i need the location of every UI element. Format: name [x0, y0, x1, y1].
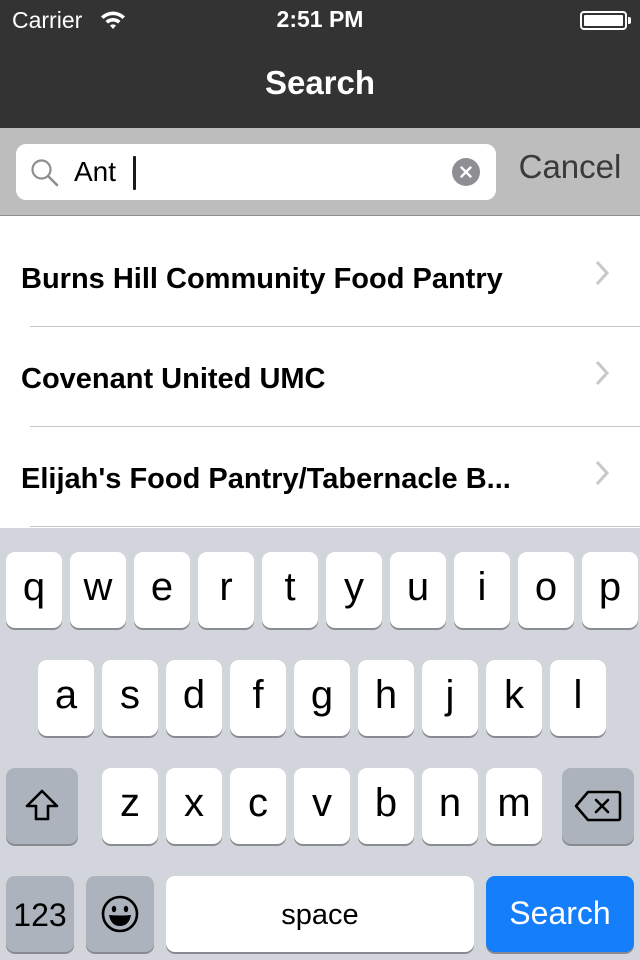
key-p[interactable]: p: [582, 552, 638, 628]
key-u[interactable]: u: [390, 552, 446, 628]
key-n[interactable]: n: [422, 768, 478, 844]
clock: 2:51 PM: [276, 6, 364, 32]
delete-key[interactable]: [562, 768, 634, 844]
key-r[interactable]: r: [198, 552, 254, 628]
key-k[interactable]: k: [486, 660, 542, 736]
key-x[interactable]: x: [166, 768, 222, 844]
key-e[interactable]: e: [134, 552, 190, 628]
navigation-bar: Search: [0, 40, 640, 128]
search-bar: Cancel: [0, 128, 640, 216]
list-item-label: Covenant United UMC: [21, 363, 326, 395]
key-o[interactable]: o: [518, 552, 574, 628]
emoji-smiley-icon: [101, 895, 139, 933]
battery-icon: [580, 11, 627, 30]
results-list: Burns Hill Community Food Pantry Covenan…: [0, 217, 640, 528]
key-z[interactable]: z: [102, 768, 158, 844]
key-j[interactable]: j: [422, 660, 478, 736]
key-f[interactable]: f: [230, 660, 286, 736]
key-d[interactable]: d: [166, 660, 222, 736]
search-return-key[interactable]: Search: [486, 876, 634, 952]
key-m[interactable]: m: [486, 768, 542, 844]
clear-search-button[interactable]: [452, 158, 480, 186]
key-a[interactable]: a: [38, 660, 94, 736]
key-s[interactable]: s: [102, 660, 158, 736]
key-v[interactable]: v: [294, 768, 350, 844]
shift-arrow-icon: [25, 789, 59, 821]
numbers-key[interactable]: 123: [6, 876, 74, 952]
page-title: Search: [264, 64, 376, 101]
magnifying-glass-icon: [30, 158, 60, 193]
key-i[interactable]: i: [454, 552, 510, 628]
list-item[interactable]: Burns Hill Community Food Pantry: [0, 217, 640, 327]
keyboard: 123 space Search qwertyuiop asdfghjkl zxcv…: [0, 528, 640, 960]
emoji-key[interactable]: [86, 876, 154, 952]
key-y[interactable]: y: [326, 552, 382, 628]
shift-key[interactable]: [6, 768, 78, 844]
key-h[interactable]: h: [358, 660, 414, 736]
search-field[interactable]: [16, 144, 496, 200]
list-item[interactable]: Elijah's Food Pantry/Tabernacle B...: [0, 427, 640, 527]
key-w[interactable]: w: [70, 552, 126, 628]
cancel-button[interactable]: Cancel: [510, 148, 630, 186]
key-l[interactable]: l: [550, 660, 606, 736]
text-caret: [133, 156, 136, 190]
status-bar: Carrier 2:51 PM: [0, 0, 640, 40]
clear-circle-x-icon: [460, 166, 472, 178]
chevron-right-icon: [594, 360, 610, 391]
row-separator: [30, 526, 640, 527]
chevron-right-icon: [594, 260, 610, 291]
key-q[interactable]: q: [6, 552, 62, 628]
list-item-label: Burns Hill Community Food Pantry: [21, 263, 503, 295]
key-t[interactable]: t: [262, 552, 318, 628]
backspace-icon: [574, 790, 622, 822]
key-b[interactable]: b: [358, 768, 414, 844]
search-input[interactable]: [74, 152, 434, 192]
key-g[interactable]: g: [294, 660, 350, 736]
battery-tip: [628, 17, 631, 24]
list-item[interactable]: Covenant United UMC: [0, 327, 640, 427]
list-item-label: Elijah's Food Pantry/Tabernacle B...: [21, 463, 511, 495]
chevron-right-icon: [594, 460, 610, 491]
space-key[interactable]: space: [166, 876, 474, 952]
key-c[interactable]: c: [230, 768, 286, 844]
